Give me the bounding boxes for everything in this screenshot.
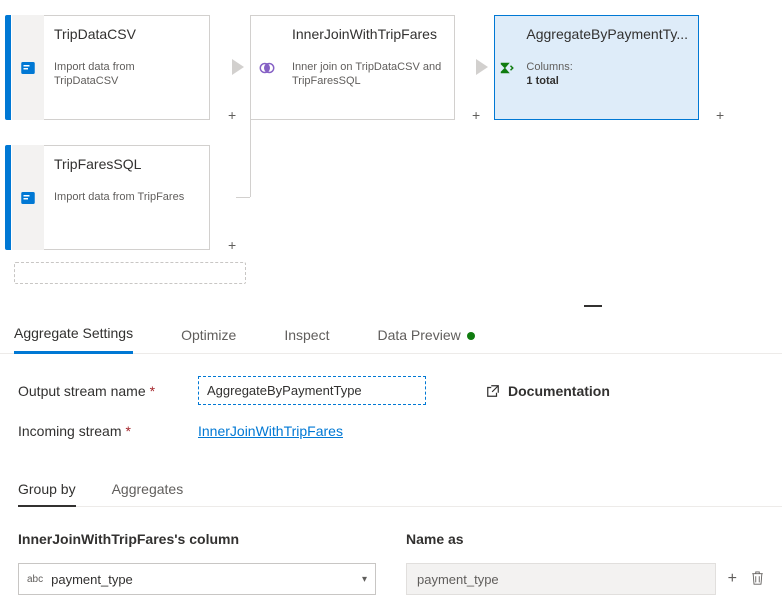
node-accent-bar	[9, 145, 11, 250]
trash-icon	[751, 571, 764, 585]
chevron-down-icon: ▾	[362, 574, 367, 585]
aggregate-subtabs: Group by Aggregates	[18, 473, 782, 507]
tab-data-preview[interactable]: Data Preview	[377, 327, 474, 353]
connector	[250, 110, 251, 197]
node-title: TripDataCSV	[54, 26, 199, 42]
node-description: Inner join on TripDataCSV and TripFaresS…	[292, 60, 444, 89]
documentation-link[interactable]: Documentation	[486, 383, 610, 399]
source-icon	[12, 15, 44, 120]
tab-inspect[interactable]: Inspect	[284, 327, 329, 353]
incoming-stream-label: Incoming stream*	[18, 423, 198, 439]
node-description: Import data from TripDataCSV	[54, 60, 199, 89]
node-description: Import data from TripFares	[54, 190, 199, 204]
status-dot-icon	[467, 332, 475, 340]
add-step-button[interactable]: +	[472, 108, 480, 122]
nameas-input[interactable]: payment_type	[406, 563, 716, 595]
node-title: InnerJoinWithTripFares	[292, 26, 444, 42]
aggregate-settings-panel: Output stream name* Documentation Incomi…	[0, 354, 782, 467]
connector-arrow	[476, 59, 488, 75]
subtab-aggregates[interactable]: Aggregates	[112, 473, 184, 506]
output-stream-label: Output stream name*	[18, 383, 198, 399]
tab-label: Data Preview	[377, 327, 460, 343]
node-title: AggregateByPaymentTy...	[526, 26, 688, 42]
tab-optimize[interactable]: Optimize	[181, 327, 236, 353]
connector-arrow	[232, 59, 244, 75]
dataflow-canvas[interactable]: TripDataCSV Import data from TripDataCSV…	[0, 0, 782, 255]
tab-aggregate-settings[interactable]: Aggregate Settings	[14, 325, 133, 354]
node-innerjoin[interactable]: InnerJoinWithTripFares Inner join on Tri…	[250, 15, 455, 120]
add-row-button[interactable]: +	[728, 570, 737, 588]
node-aggregate[interactable]: AggregateByPaymentTy... Columns: 1 total	[494, 15, 699, 120]
type-icon: abc	[27, 574, 43, 585]
external-link-icon	[486, 384, 500, 398]
join-icon	[250, 15, 282, 120]
minimize-handle[interactable]	[584, 305, 602, 307]
incoming-stream-link[interactable]: InnerJoinWithTripFares	[198, 423, 343, 439]
node-accent-bar	[9, 15, 11, 120]
output-stream-input[interactable]	[198, 376, 426, 405]
column-value: payment_type	[51, 572, 354, 587]
documentation-label: Documentation	[508, 383, 610, 399]
column-header-source: InnerJoinWithTripFares's column	[18, 531, 376, 547]
node-title: TripFaresSQL	[54, 156, 199, 172]
delete-row-button[interactable]	[751, 571, 764, 588]
column-select[interactable]: abc payment_type ▾	[18, 563, 376, 595]
groupby-columns: InnerJoinWithTripFares's column abc paym…	[0, 531, 782, 595]
connector	[236, 197, 250, 198]
add-step-button[interactable]: +	[228, 238, 236, 252]
source-icon	[12, 145, 44, 250]
aggregate-icon	[494, 15, 516, 120]
node-tripfaressql[interactable]: TripFaresSQL Import data from TripFares	[5, 145, 210, 250]
column-header-nameas: Name as	[406, 531, 764, 547]
node-tripdatacsv[interactable]: TripDataCSV Import data from TripDataCSV	[5, 15, 210, 120]
node-columns-value: 1 total	[526, 74, 688, 88]
settings-tabs: Aggregate Settings Optimize Inspect Data…	[0, 295, 782, 354]
add-step-button[interactable]: +	[228, 108, 236, 122]
placeholder-box	[14, 262, 246, 284]
add-step-button[interactable]: +	[716, 108, 724, 122]
subtab-groupby[interactable]: Group by	[18, 473, 76, 507]
node-columns-label: Columns:	[526, 60, 688, 74]
